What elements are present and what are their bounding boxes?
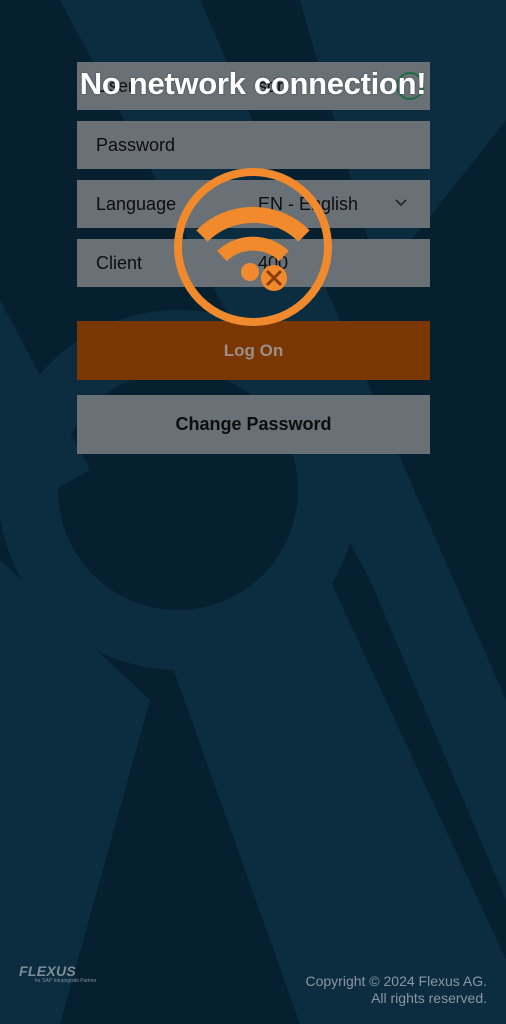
chevron-down-icon <box>395 199 407 207</box>
logo-subtitle: for SAP Intralogistik Partner <box>35 978 97 984</box>
logon-button[interactable]: Log On <box>77 321 430 380</box>
client-label: Client <box>96 252 143 273</box>
copyright-line-2: All rights reserved. <box>371 990 487 1006</box>
language-label: Language <box>96 193 177 214</box>
copyright-text: Copyright © 2024 Flexus AG. All rights r… <box>305 973 487 1007</box>
copyright-line-1: Copyright © 2024 Flexus AG. <box>305 973 487 989</box>
wifi-off-icon <box>174 168 332 326</box>
flexus-logo: FLEXUS for SAP Intralogistik Partner <box>19 964 109 988</box>
no-network-banner: No network connection! <box>79 66 427 101</box>
logo-brand: FLEXUS <box>19 963 77 979</box>
password-field[interactable]: Password <box>77 121 430 169</box>
change-password-button[interactable]: Change Password <box>77 395 430 454</box>
password-label: Password <box>96 134 176 155</box>
